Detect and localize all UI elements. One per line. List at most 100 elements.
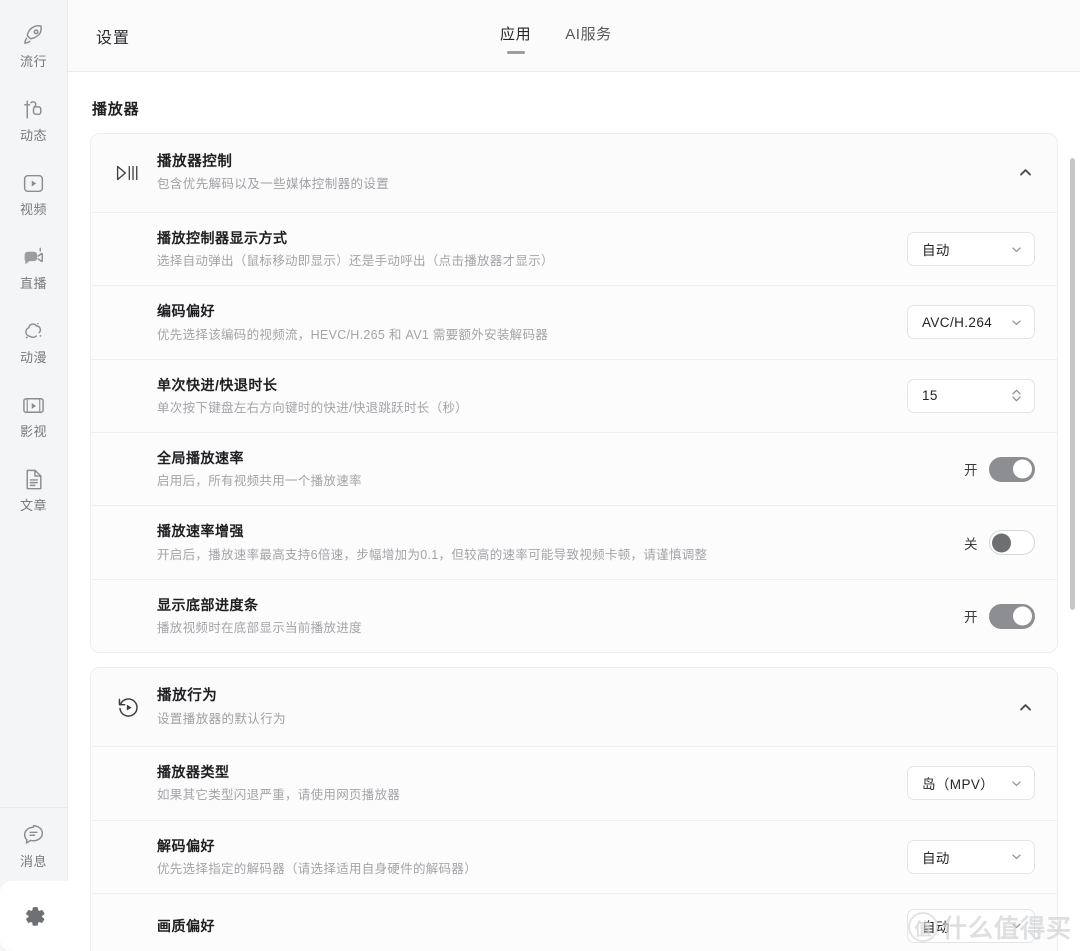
row-subtitle: 选择自动弹出（鼠标移动即显示）还是手动呼出（点击播放器才显示）	[157, 254, 554, 269]
sidebar-item-label: 消息	[19, 853, 47, 869]
sidebar-item-label: 影视	[19, 424, 47, 439]
row-control: 开	[964, 456, 1035, 482]
activity-icon	[21, 96, 47, 122]
row-control: 自动	[907, 232, 1035, 266]
setting-row-quality-preference: 画质偏好 自动	[91, 892, 1057, 951]
setting-row-show-bottom-progress-bar: 显示底部进度条 播放视频时在底部显示当前播放进度 开	[91, 578, 1057, 653]
toggle-state-label: 开	[964, 463, 978, 479]
tab-label: AI服务	[565, 25, 612, 43]
switch-track[interactable]	[989, 456, 1035, 482]
live-broadcast-icon	[21, 244, 47, 270]
toggle-global-playback-rate[interactable]: 开	[964, 456, 1035, 482]
row-control: 15	[907, 378, 1035, 413]
select-quality-preference[interactable]: 自动	[907, 908, 1035, 943]
sidebar-item-label: 文章	[19, 498, 47, 513]
topbar: 设置 应用 AI服务	[68, 0, 1080, 72]
anime-cloud-icon	[21, 318, 47, 344]
row-control: 自动	[907, 908, 1035, 943]
row-subtitle: 播放视频时在底部显示当前播放进度	[157, 621, 362, 636]
sidebar-item-live[interactable]: 直播	[0, 230, 68, 304]
chevron-down-icon	[1010, 316, 1023, 329]
chevron-down-icon	[1010, 850, 1023, 863]
row-title: 单次快进/快退时长	[157, 376, 278, 393]
setting-row-playback-rate-boost: 播放速率增强 开启后，播放速率最高支持6倍速，步幅增加为0.1，但较高的速率可能…	[91, 505, 1057, 579]
card-header-player-control[interactable]: 播放器控制 包含优先解码以及一些媒体控制器的设置	[91, 134, 1057, 212]
sidebar-item-anime[interactable]: 动漫	[0, 304, 68, 378]
row-subtitle: 优先选择该编码的视频流，HEVC/H.265 和 AV1 需要额外安装解码器	[157, 327, 549, 342]
row-subtitle: 开启后，播放速率最高支持6倍速，步幅增加为0.1，但较高的速率可能导致视频卡顿，…	[157, 547, 708, 562]
select-codec-preference[interactable]: AVC/H.264	[907, 305, 1035, 340]
sidebar-item-settings[interactable]	[0, 881, 68, 951]
row-control: 关	[964, 530, 1035, 556]
card-header-playback-behavior[interactable]: 播放行为 设置播放器的默认行为	[91, 668, 1057, 747]
row-subtitle: 如果其它类型闪退严重，请使用网页播放器	[157, 788, 401, 803]
sidebar-item-movies[interactable]: 影视	[0, 378, 68, 452]
settings-content: 播放器 播放器控制 包含优先解码以及一些媒体控制器的设置 播放控制器显示方式 选…	[68, 72, 1080, 951]
tab-label: 应用	[500, 25, 532, 43]
chevron-up-icon[interactable]	[1015, 697, 1035, 717]
content-scrollbar-track[interactable]	[1070, 158, 1075, 947]
left-sidebar: 流行 动态 视频 直播 动漫 影视 文章 消息	[0, 0, 68, 951]
settings-card-playback-behavior: 播放行为 设置播放器的默认行为 播放器类型 如果其它类型闪退严重，请使用网页播放…	[90, 667, 1058, 951]
card-title: 播放器控制	[157, 154, 233, 170]
row-subtitle: 单次按下键盘左右方向键时的快进/快退跳跃时长（秒）	[157, 400, 468, 415]
video-play-icon	[21, 170, 47, 196]
sidebar-item-article[interactable]: 文章	[0, 452, 68, 526]
row-title: 编码偏好	[157, 303, 215, 320]
row-title: 解码偏好	[157, 837, 215, 854]
stepper-updown-icon[interactable]	[1010, 387, 1023, 404]
toggle-playback-rate-boost[interactable]: 关	[964, 530, 1035, 556]
card-subtitle: 包含优先解码以及一些媒体控制器的设置	[157, 177, 390, 192]
switch-track[interactable]	[989, 603, 1035, 629]
row-subtitle: 启用后，所有视频共用一个播放速率	[157, 474, 362, 489]
setting-row-player-type: 播放器类型 如果其它类型闪退严重，请使用网页播放器 岛（MPV）	[91, 746, 1057, 820]
row-control: 开	[964, 603, 1035, 629]
rocket-icon	[21, 22, 47, 48]
row-text: 显示底部进度条 播放视频时在底部显示当前播放进度	[157, 595, 964, 637]
toggle-state-label: 开	[964, 610, 978, 626]
main-panel: 设置 应用 AI服务 播放器 播放器控制 包含优先解码以及一些媒体控制器的设置 …	[68, 0, 1080, 951]
row-text: 播放器类型 如果其它类型闪退严重，请使用网页播放器	[157, 762, 907, 804]
setting-row-codec-preference: 编码偏好 优先选择该编码的视频流，HEVC/H.265 和 AV1 需要额外安装…	[91, 285, 1057, 359]
select-value: 岛（MPV）	[922, 777, 995, 793]
select-value: 自动	[922, 243, 950, 258]
player-control-icon	[111, 162, 145, 184]
sidebar-item-popular[interactable]: 流行	[0, 8, 68, 82]
card-title: 播放行为	[157, 688, 218, 705]
row-text: 单次快进/快退时长 单次按下键盘左右方向键时的快进/快退跳跃时长（秒）	[157, 375, 907, 417]
sidebar-secondary-nav: 消息	[0, 807, 68, 951]
message-bubble-icon	[21, 822, 47, 848]
tab-ai-services[interactable]: AI服务	[563, 21, 614, 52]
setting-row-decoder-preference: 解码偏好 优先选择指定的解码器（请选择适用自身硬件的解码器） 自动	[91, 819, 1057, 893]
replay-icon	[111, 695, 145, 720]
row-title: 画质偏好	[157, 917, 215, 934]
section-title-player: 播放器	[92, 101, 140, 118]
chevron-up-icon[interactable]	[1015, 163, 1035, 183]
content-scrollbar-thumb[interactable]	[1070, 158, 1075, 610]
switch-knob	[992, 533, 1011, 553]
setting-row-global-playback-rate: 全局播放速率 启用后，所有视频共用一个播放速率 开	[91, 432, 1057, 506]
toggle-show-bottom-progress-bar[interactable]: 开	[964, 603, 1035, 629]
select-decoder-preference[interactable]: 自动	[907, 839, 1035, 874]
tab-apps[interactable]: 应用	[498, 21, 533, 52]
stepper-seek-step-duration[interactable]: 15	[907, 378, 1035, 413]
tab-bar: 应用 AI服务	[498, 0, 614, 72]
chevron-down-icon	[1010, 919, 1023, 932]
row-control: AVC/H.264	[907, 305, 1035, 340]
row-text: 播放控制器显示方式 选择自动弹出（鼠标移动即显示）还是手动呼出（点击播放器才显示…	[157, 228, 907, 270]
gear-icon	[19, 901, 49, 931]
card-header-text: 播放器控制 包含优先解码以及一些媒体控制器的设置	[157, 152, 1015, 194]
sidebar-item-dynamic[interactable]: 动态	[0, 82, 68, 156]
select-player-type[interactable]: 岛（MPV）	[907, 766, 1035, 801]
sidebar-item-label: 动态	[19, 128, 47, 143]
switch-track[interactable]	[989, 530, 1035, 556]
switch-knob	[1013, 606, 1032, 626]
row-control: 自动	[907, 839, 1035, 874]
row-text: 播放速率增强 开启后，播放速率最高支持6倍速，步幅增加为0.1，但较高的速率可能…	[157, 521, 964, 563]
sidebar-item-messages[interactable]: 消息	[0, 807, 68, 881]
chevron-down-icon	[1010, 243, 1023, 256]
card-header-text: 播放行为 设置播放器的默认行为	[157, 686, 1015, 728]
sidebar-item-video[interactable]: 视频	[0, 156, 68, 230]
select-controller-display-mode[interactable]: 自动	[907, 232, 1035, 266]
stepper-value: 15	[922, 388, 938, 404]
